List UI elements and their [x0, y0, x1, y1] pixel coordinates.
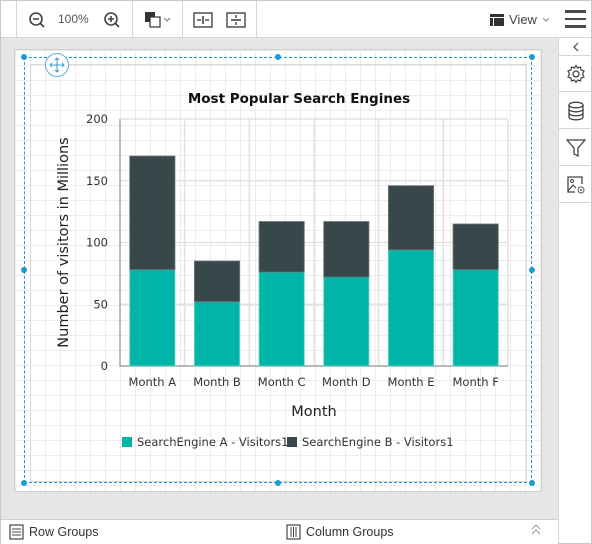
database-icon — [567, 101, 584, 120]
column-groups-label: Column Groups — [306, 525, 394, 539]
properties-panel — [558, 38, 592, 543]
collapse-panel-button[interactable] — [559, 38, 592, 56]
data-button[interactable] — [559, 93, 592, 129]
align-horizontal-button[interactable] — [192, 9, 214, 31]
toolbar-separator — [256, 1, 257, 38]
report-designer: 100% View Most Popular Search Engines 0 50… — [0, 0, 592, 544]
align-vertical-button[interactable] — [225, 9, 247, 31]
grouping-panel: Row Groups Column Groups — [1, 519, 558, 544]
image-settings-button[interactable] — [559, 167, 592, 203]
filter-icon — [565, 138, 586, 157]
zoom-out-button[interactable] — [26, 9, 48, 31]
menu-button[interactable] — [565, 10, 586, 28]
align-vertical-icon — [226, 12, 246, 28]
toolbar-separator — [182, 1, 183, 38]
menu-icon-bar — [565, 25, 586, 28]
row-groups-button[interactable]: Row Groups — [9, 524, 98, 540]
zoom-in-button[interactable] — [101, 9, 123, 31]
chevron-down-icon — [542, 17, 550, 22]
resize-handle-t[interactable] — [275, 54, 281, 60]
column-groups-button[interactable]: Column Groups — [286, 524, 394, 540]
zoom-in-icon — [104, 12, 120, 28]
resize-handle-r[interactable] — [529, 267, 535, 273]
layout-icon — [490, 13, 504, 26]
report-body: Most Popular Search Engines 0 50 100 150 200 M… — [14, 49, 542, 492]
row-groups-label: Row Groups — [29, 525, 99, 539]
view-dropdown[interactable]: View — [490, 12, 550, 27]
gear-icon — [566, 63, 585, 84]
menu-icon-bar — [565, 10, 586, 13]
align-horizontal-icon — [193, 12, 213, 28]
properties-button[interactable] — [559, 56, 592, 92]
view-label: View — [509, 12, 537, 27]
resize-handle-tr[interactable] — [529, 54, 535, 60]
zoom-out-icon — [29, 12, 45, 28]
toolbar: 100% View — [1, 1, 591, 38]
expand-panel-button[interactable] — [531, 524, 541, 539]
chevron-left-icon — [572, 42, 578, 51]
resize-handle-tl[interactable] — [21, 54, 27, 60]
move-handle[interactable] — [45, 53, 69, 77]
toolbar-separator — [132, 1, 133, 38]
image-settings-icon — [566, 175, 584, 193]
zoom-level: 100% — [58, 12, 89, 26]
menu-icon-bar — [565, 17, 586, 20]
resize-handle-br[interactable] — [529, 480, 535, 486]
design-surface: Most Popular Search Engines 0 50 100 150 200 M… — [1, 38, 558, 519]
fill-color-dropdown[interactable] — [142, 9, 174, 31]
filter-button[interactable] — [559, 130, 592, 166]
resize-handle-bl[interactable] — [21, 480, 27, 486]
toolbar-separator — [16, 1, 17, 38]
move-icon — [49, 57, 65, 73]
selection-box — [21, 53, 535, 486]
double-chevron-up-icon — [531, 524, 541, 535]
fill-color-icon — [145, 12, 171, 28]
row-groups-icon — [9, 524, 24, 540]
resize-handle-l[interactable] — [21, 267, 27, 273]
resize-handle-b[interactable] — [275, 480, 281, 486]
column-groups-icon — [286, 524, 301, 540]
